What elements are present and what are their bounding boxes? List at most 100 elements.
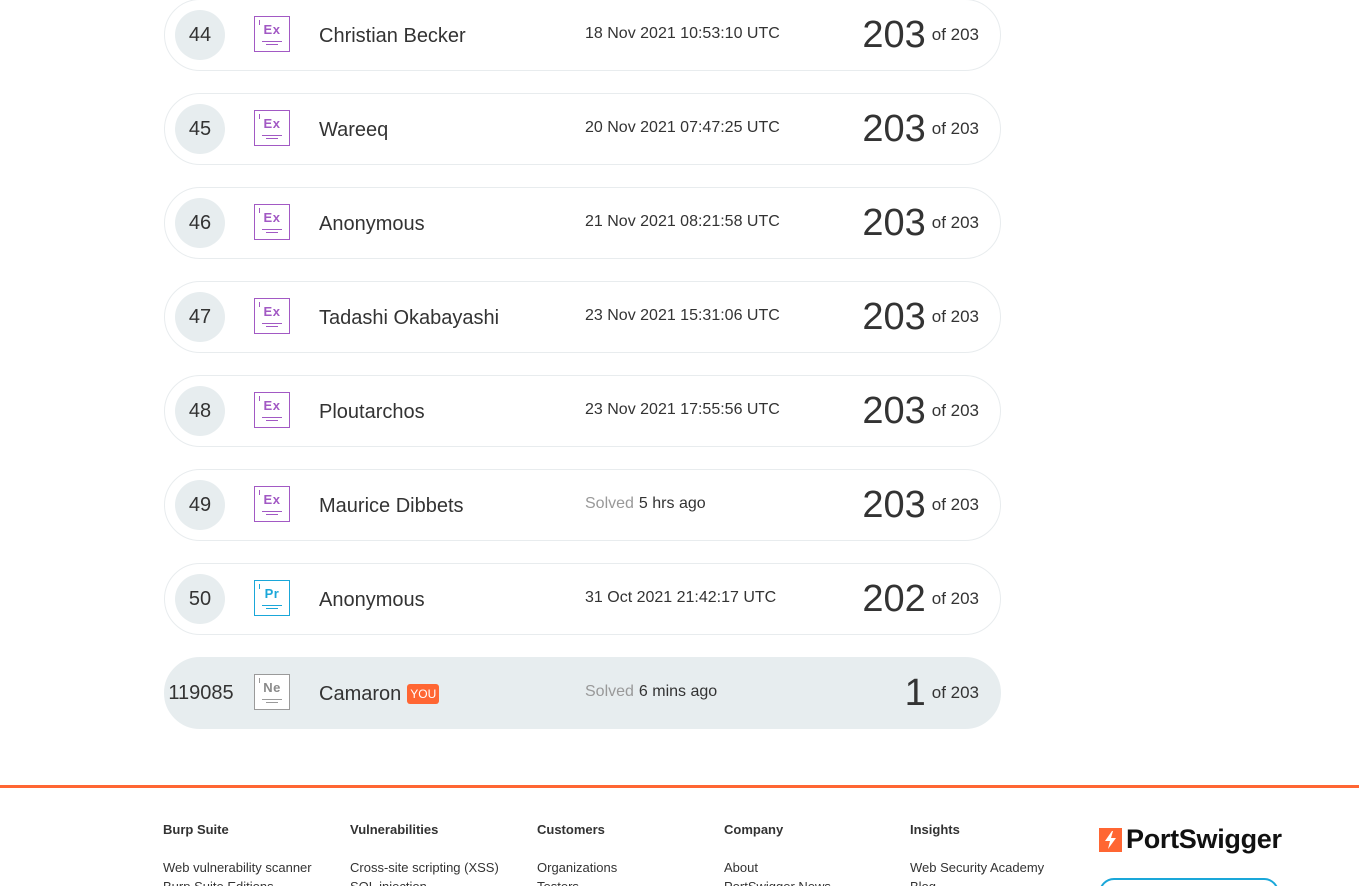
score-total: of 203 bbox=[931, 683, 979, 702]
score-total: of 203 bbox=[931, 25, 979, 44]
level-badge-icon: Ne bbox=[254, 674, 290, 710]
score: 1 of 203 bbox=[905, 658, 979, 728]
score-total: of 203 bbox=[931, 495, 979, 514]
score-value: 1 bbox=[904, 671, 926, 714]
footer-column-company: Company About PortSwigger News bbox=[724, 822, 831, 886]
footer-heading: Insights bbox=[910, 822, 960, 837]
level-symbol: Ex bbox=[263, 304, 281, 319]
score: 203 of 203 bbox=[862, 470, 979, 540]
score: 203 of 203 bbox=[862, 282, 979, 352]
level-symbol: Ex bbox=[263, 116, 281, 131]
level-badge-icon: Ex bbox=[254, 298, 290, 334]
footer-link-blog[interactable]: Blog bbox=[910, 877, 1044, 886]
rank-number: 47 bbox=[175, 292, 225, 342]
score-total: of 203 bbox=[931, 401, 979, 420]
score: 202 of 203 bbox=[862, 564, 979, 634]
leaderboard-row: 49 Ex Maurice Dibbets Solved 5 hrs ago 203 of … bbox=[164, 469, 1001, 541]
player-name[interactable]: Christian Becker bbox=[319, 0, 466, 72]
footer-column-burp-suite: Burp Suite Web vulnerability scanner Bur… bbox=[163, 822, 312, 886]
rank-number: 45 bbox=[175, 104, 225, 154]
score-value: 203 bbox=[862, 295, 926, 338]
solved-date: 23 Nov 2021 17:55:56 UTC bbox=[585, 376, 780, 444]
solved-time: 5 hrs ago bbox=[638, 495, 706, 512]
solved-date: Solved 5 hrs ago bbox=[585, 470, 706, 538]
solved-time: 23 Nov 2021 15:31:06 UTC bbox=[585, 307, 780, 324]
player-name-text: Christian Becker bbox=[319, 24, 466, 47]
footer-action-button[interactable] bbox=[1099, 878, 1279, 886]
leaderboard-row: 48 Ex Ploutarchos 23 Nov 2021 17:55:56 UTC 2… bbox=[164, 375, 1001, 447]
player-name[interactable]: Maurice Dibbets bbox=[319, 470, 464, 542]
player-name-text: Ploutarchos bbox=[319, 400, 425, 423]
player-name[interactable]: Wareeq bbox=[319, 94, 388, 166]
footer-heading: Vulnerabilities bbox=[350, 822, 439, 837]
footer-column-insights: Insights Web Security Academy Blog bbox=[910, 822, 1044, 886]
score: 203 of 203 bbox=[862, 94, 979, 164]
score-total: of 203 bbox=[931, 589, 979, 608]
leaderboard-row: 50 Pr Anonymous 31 Oct 2021 21:42:17 UTC 202… bbox=[164, 563, 1001, 635]
level-symbol: Ex bbox=[263, 210, 281, 225]
score-total: of 203 bbox=[931, 307, 979, 326]
footer-link-about[interactable]: About bbox=[724, 858, 831, 877]
rank-number: 46 bbox=[175, 198, 225, 248]
player-name-text: Anonymous bbox=[319, 212, 425, 235]
level-badge-icon: Ex bbox=[254, 392, 290, 428]
player-name[interactable]: Ploutarchos bbox=[319, 376, 425, 448]
logo-text: PortSwigger bbox=[1126, 824, 1282, 854]
footer-column-customers: Customers Organizations Testers bbox=[537, 822, 617, 886]
score-total: of 203 bbox=[931, 213, 979, 232]
footer-heading: Burp Suite bbox=[163, 822, 229, 837]
player-name-text: Maurice Dibbets bbox=[319, 494, 464, 517]
score-value: 203 bbox=[862, 483, 926, 526]
rank-number: 49 bbox=[175, 480, 225, 530]
player-name[interactable]: Anonymous bbox=[319, 188, 425, 260]
you-badge: YOU bbox=[407, 684, 440, 704]
solved-time: 23 Nov 2021 17:55:56 UTC bbox=[585, 401, 780, 418]
score: 203 of 203 bbox=[862, 376, 979, 446]
footer-heading: Customers bbox=[537, 822, 605, 837]
player-name[interactable]: Tadashi Okabayashi bbox=[319, 282, 499, 354]
footer-link-burp-suite-editions[interactable]: Burp Suite Editions bbox=[163, 877, 312, 886]
level-symbol: Ex bbox=[263, 22, 281, 37]
player-name-text: Camaron bbox=[319, 682, 402, 705]
portswigger-bolt-icon bbox=[1099, 827, 1122, 852]
score-value: 203 bbox=[862, 389, 926, 432]
footer-link-xss[interactable]: Cross-site scripting (XSS) bbox=[350, 858, 499, 877]
solved-date: 20 Nov 2021 07:47:25 UTC bbox=[585, 94, 780, 162]
leaderboard-row-current-user: 119085 Ne Camaron YOU Solved 6 mins ago 1 of 20… bbox=[164, 657, 1001, 729]
level-symbol: Ex bbox=[263, 398, 281, 413]
level-symbol: Ex bbox=[263, 492, 281, 507]
leaderboard-page: 44 Ex Christian Becker 18 Nov 2021 10:53:10… bbox=[0, 0, 1359, 886]
portswigger-logo[interactable]: PortSwigger bbox=[1099, 824, 1282, 855]
player-name-text: Wareeq bbox=[319, 118, 389, 141]
solved-date: Solved 6 mins ago bbox=[585, 658, 717, 726]
solved-date: 21 Nov 2021 08:21:58 UTC bbox=[585, 188, 780, 256]
player-name[interactable]: Camaron YOU bbox=[319, 658, 440, 730]
footer-link-portswigger-news[interactable]: PortSwigger News bbox=[724, 877, 831, 886]
player-name-text: Tadashi Okabayashi bbox=[319, 306, 500, 329]
solved-time: 18 Nov 2021 10:53:10 UTC bbox=[585, 25, 780, 42]
footer-column-vulnerabilities: Vulnerabilities Cross-site scripting (XS… bbox=[350, 822, 499, 886]
level-badge-icon: Ex bbox=[254, 204, 290, 240]
rank-number: 48 bbox=[175, 386, 225, 436]
solved-time: 6 mins ago bbox=[638, 683, 718, 700]
solved-date: 23 Nov 2021 15:31:06 UTC bbox=[585, 282, 780, 350]
rank-number: 44 bbox=[175, 10, 225, 60]
footer-link-web-vulnerability-scanner[interactable]: Web vulnerability scanner bbox=[163, 858, 312, 877]
score-value: 203 bbox=[862, 201, 926, 244]
footer-link-organizations[interactable]: Organizations bbox=[537, 858, 617, 877]
solved-time: 21 Nov 2021 08:21:58 UTC bbox=[585, 213, 780, 230]
level-badge-icon: Ex bbox=[254, 16, 290, 52]
leaderboard-row: 44 Ex Christian Becker 18 Nov 2021 10:53:10… bbox=[164, 0, 1001, 71]
footer-link-web-security-academy[interactable]: Web Security Academy bbox=[910, 858, 1044, 877]
solved-date: 31 Oct 2021 21:42:17 UTC bbox=[585, 564, 776, 632]
level-badge-icon: Ex bbox=[254, 486, 290, 522]
footer-link-testers[interactable]: Testers bbox=[537, 877, 617, 886]
footer-link-sql-injection[interactable]: SQL injection bbox=[350, 877, 499, 886]
score-value: 203 bbox=[862, 13, 926, 56]
score-value: 203 bbox=[862, 107, 926, 150]
solved-time: 20 Nov 2021 07:47:25 UTC bbox=[585, 119, 780, 136]
player-name-text: Anonymous bbox=[319, 588, 425, 611]
score: 203 of 203 bbox=[862, 188, 979, 258]
level-symbol: Pr bbox=[264, 586, 280, 601]
player-name[interactable]: Anonymous bbox=[319, 564, 425, 636]
